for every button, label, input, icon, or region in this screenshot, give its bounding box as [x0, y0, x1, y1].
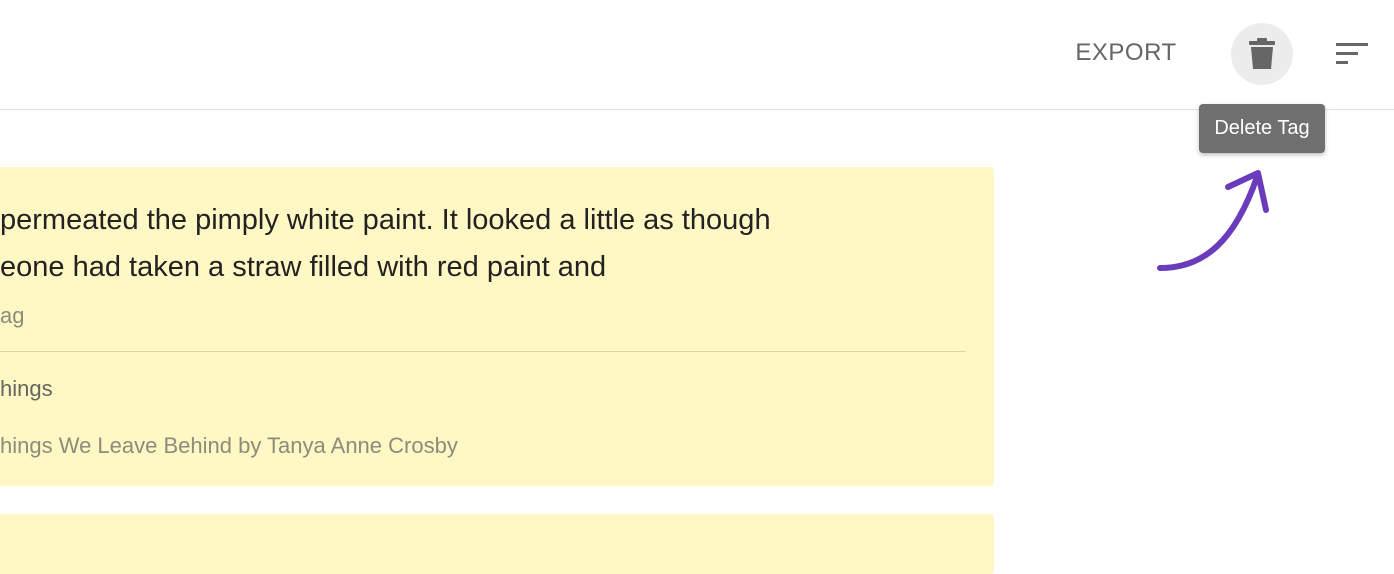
book-title: hings — [0, 376, 53, 401]
delete-tag-tooltip: Delete Tag — [1199, 104, 1325, 153]
sort-icon — [1336, 43, 1368, 64]
book-attribution: hings We Leave Behind by Tanya Anne Cros… — [0, 433, 458, 458]
sort-button[interactable] — [1324, 26, 1380, 82]
delete-tag-button[interactable] — [1231, 23, 1293, 85]
highlight-text: permeated the pimply white paint. It loo… — [0, 204, 771, 283]
highlight-tag: ag — [0, 303, 25, 328]
card-divider — [0, 351, 966, 352]
highlight-card[interactable]: permeated the pimply white paint. It loo… — [0, 167, 994, 486]
highlight-card[interactable] — [0, 514, 994, 574]
curved-arrow-icon — [1157, 170, 1269, 271]
export-button[interactable]: EXPORT — [1062, 32, 1190, 74]
top-toolbar: EXPORT — [0, 0, 1394, 110]
trash-icon — [1249, 38, 1275, 69]
